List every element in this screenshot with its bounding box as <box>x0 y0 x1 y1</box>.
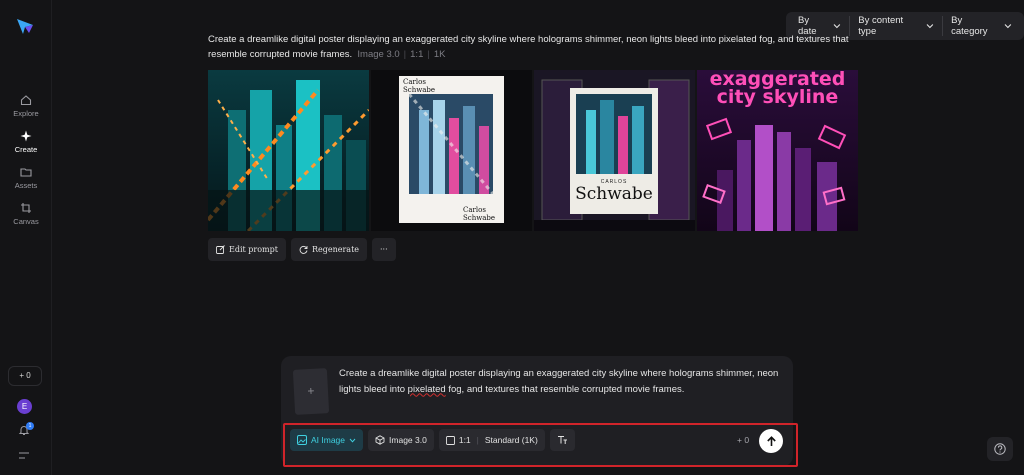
chevron-down-icon <box>1004 24 1012 29</box>
ratio-label: 1:1 <box>458 435 471 445</box>
credits-pill[interactable]: + 0 <box>8 366 42 386</box>
chevron-down-icon <box>834 24 841 29</box>
edit-prompt-button[interactable]: Edit prompt <box>208 238 286 261</box>
generated-images: Carlos Schwabe Carlos Schwabe CARLOS Sch… <box>208 70 858 231</box>
app-logo-icon[interactable] <box>15 16 35 36</box>
model-selector[interactable]: Image 3.0 <box>368 429 434 451</box>
folder-icon <box>20 168 32 177</box>
send-button[interactable] <box>759 429 783 453</box>
aspect-ratio-icon <box>445 435 455 445</box>
chevron-down-icon <box>926 24 934 29</box>
sidebar-item-label: Explore <box>13 109 39 118</box>
avatar[interactable]: E <box>17 399 32 414</box>
composer-toolbar: AI Image Image 3.0 1:1 | Standard (1K) <box>290 429 575 453</box>
text-style-button[interactable] <box>549 429 575 451</box>
image-caption-bottom: Carlos Schwabe <box>463 206 496 222</box>
spellcheck-flagged-word[interactable]: pixelated <box>408 384 446 395</box>
filter-by-content-type[interactable]: By content type <box>849 15 942 37</box>
text-format-icon <box>557 436 567 444</box>
sidebar-item-canvas[interactable]: Canvas <box>0 202 52 226</box>
sidebar: Explore Create Assets Canvas + 0 E 1 <box>0 0 52 475</box>
refresh-icon <box>299 245 308 254</box>
sidebar-item-label: Assets <box>14 181 38 190</box>
home-icon <box>20 95 32 106</box>
menu-icon[interactable] <box>18 452 30 460</box>
generated-image-1[interactable] <box>208 70 369 231</box>
filter-label: By content type <box>858 15 904 37</box>
regenerate-button[interactable]: Regenerate <box>290 238 368 261</box>
edit-icon <box>216 245 225 254</box>
image-caption: Schwabe <box>575 184 653 204</box>
prompt-meta: Image 3.0 | 1:1 | 1K <box>357 49 446 60</box>
arrow-up-icon <box>766 435 776 446</box>
cube-icon <box>375 435 385 445</box>
ratio-quality-selector[interactable]: 1:1 | Standard (1K) <box>438 429 545 451</box>
upload-reference-button[interactable]: + <box>292 368 330 415</box>
help-button[interactable] <box>987 437 1013 461</box>
image-mode-icon <box>297 435 307 445</box>
generated-image-2[interactable]: Carlos Schwabe Carlos Schwabe <box>371 70 532 231</box>
crop-icon <box>21 203 31 213</box>
meta-model: Image 3.0 <box>357 49 400 60</box>
prompt-input[interactable]: Create a dreamlike digital poster displa… <box>339 366 779 397</box>
prompt-input-text: fog, and textures that resemble corrupte… <box>445 383 685 395</box>
button-label: Edit prompt <box>229 245 278 254</box>
meta-ratio: 1:1 <box>410 49 424 60</box>
generated-image-4[interactable]: exaggerated city skyline <box>697 70 858 231</box>
help-icon <box>994 443 1006 455</box>
button-label: Regenerate <box>311 245 360 254</box>
sidebar-item-assets[interactable]: Assets <box>0 166 52 190</box>
sparkle-icon <box>20 130 32 142</box>
sidebar-item-label: Create <box>14 145 38 154</box>
filter-label: By category <box>951 15 988 37</box>
generated-image-3[interactable]: CARLOS Schwabe <box>534 70 695 231</box>
meta-resolution: 1K <box>433 49 446 60</box>
credit-cost: + 0 <box>737 435 750 445</box>
notification-badge: 1 <box>26 422 34 430</box>
sidebar-item-explore[interactable]: Explore <box>0 94 52 118</box>
chevron-down-icon <box>349 438 356 443</box>
sidebar-item-create[interactable]: Create <box>0 130 52 154</box>
more-icon: ··· <box>380 245 388 254</box>
sidebar-item-label: Canvas <box>13 217 39 226</box>
divider: | <box>476 435 479 445</box>
more-options-button[interactable]: ··· <box>372 238 396 261</box>
prompt-text: Create a dreamlike digital poster displa… <box>208 34 849 60</box>
mode-selector[interactable]: AI Image <box>290 429 364 451</box>
model-label: Image 3.0 <box>389 435 427 445</box>
image-caption: Carlos Schwabe <box>403 78 436 94</box>
image-caption: exaggerated city skyline <box>709 70 846 108</box>
mode-label: AI Image <box>311 435 346 445</box>
filter-by-category[interactable]: By category <box>942 15 1020 37</box>
image-actions: Edit prompt Regenerate ··· <box>208 238 396 261</box>
generation-prompt: Create a dreamlike digital poster displa… <box>208 32 858 62</box>
quality-label: Standard (1K) <box>484 435 538 445</box>
